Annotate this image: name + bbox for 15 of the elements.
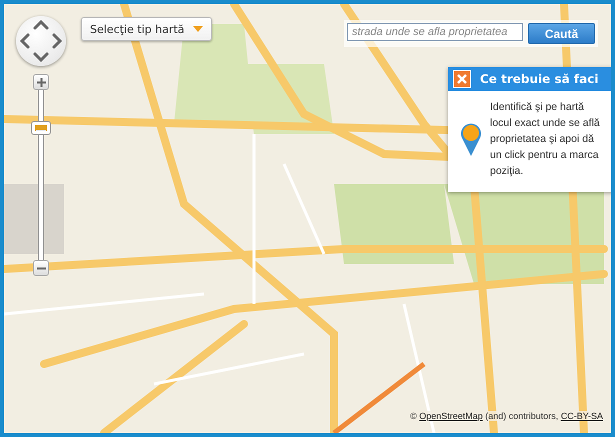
search-field[interactable]: strada unde se afla proprietatea	[347, 23, 523, 41]
map-pin-icon	[460, 122, 482, 156]
close-button[interactable]	[453, 70, 471, 88]
map-attribution: © OpenStreetMap (and) contributors, CC-BY-SA	[410, 411, 603, 421]
zoom-out-button[interactable]	[33, 260, 49, 276]
close-icon	[457, 74, 467, 84]
instruction-text: Identifică şi pe hartă locul exact unde se află proprietatea şi apoi dă un click pentru a marca poziţia.	[490, 100, 601, 179]
openstreetmap-link[interactable]: OpenStreetMap	[419, 411, 483, 421]
zoom-in-button[interactable]	[33, 74, 49, 90]
plus-icon	[36, 78, 46, 86]
panel-title: Ce trebuie să faci	[480, 72, 598, 86]
zoom-slider-handle[interactable]	[31, 121, 51, 136]
caret-icon	[193, 26, 204, 32]
license-link[interactable]: CC-BY-SA	[560, 411, 603, 421]
map-type-dropdown[interactable]: Selecţie tip hartă	[81, 17, 212, 41]
